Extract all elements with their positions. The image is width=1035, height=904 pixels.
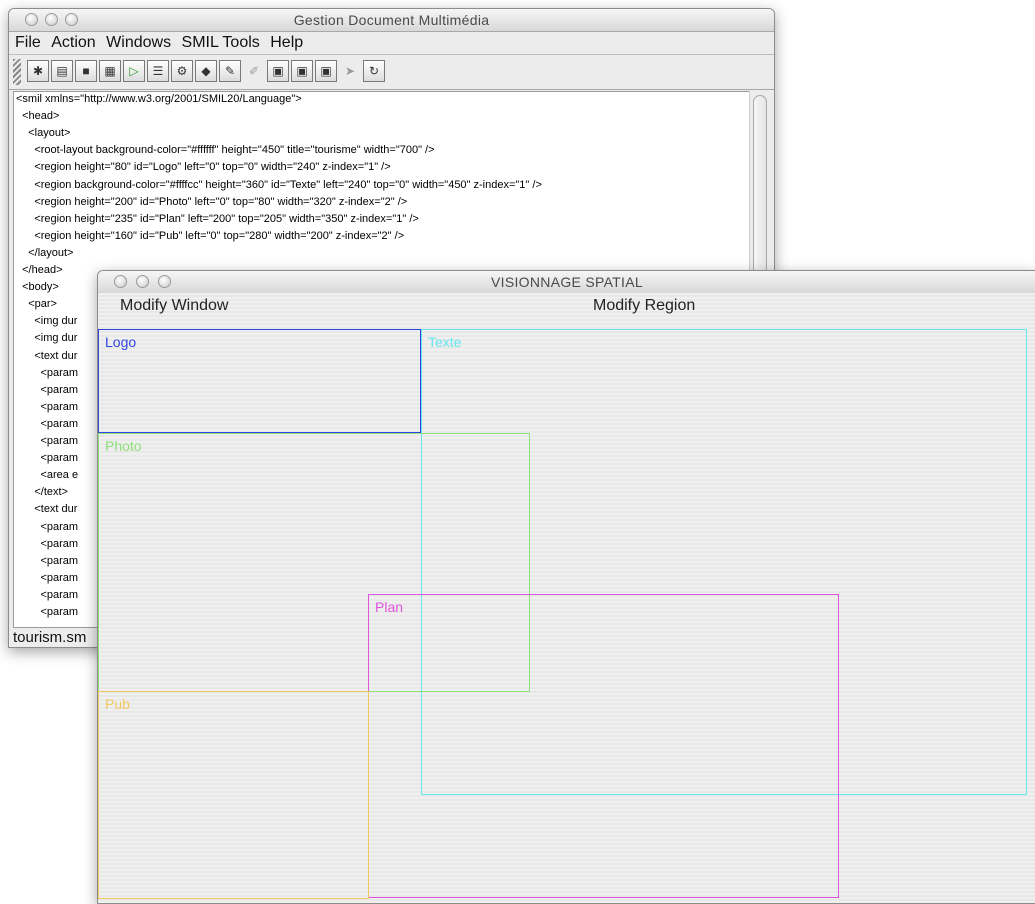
code-line: <param <box>16 588 79 601</box>
menu-action[interactable]: Action <box>51 34 95 52</box>
code-line: <region height="200" id="Photo" left="0"… <box>16 195 408 208</box>
modify-region-menu[interactable]: Modify Region <box>593 297 695 315</box>
viewer-menubar: Modify Window Modify Region <box>98 293 1035 315</box>
region-label-pub: Pub <box>105 696 130 712</box>
region-plan[interactable]: Plan <box>368 594 839 898</box>
code-line: <par> <box>16 298 57 311</box>
code-line: <text dur <box>16 349 78 362</box>
region-label-texte: Texte <box>428 334 462 350</box>
code-line: <param <box>16 417 79 430</box>
play-icon[interactable]: ▷ <box>123 60 145 82</box>
layout-icon[interactable]: ▣ <box>267 60 289 82</box>
code-line: <param <box>16 571 79 584</box>
editor-menubar: File Action Windows SMIL Tools Help <box>9 32 774 55</box>
edit-icon[interactable]: ✎ <box>219 60 241 82</box>
code-line: <region height="160" id="Pub" left="0" t… <box>16 229 405 242</box>
region-pub[interactable]: Pub <box>98 691 369 899</box>
save-icon[interactable]: ■ <box>75 60 97 82</box>
code-line: <head> <box>16 110 60 123</box>
code-line: <param <box>16 554 79 567</box>
open-icon[interactable]: ▤ <box>51 60 73 82</box>
code-line: <region height="80" id="Logo" left="0" t… <box>16 161 391 174</box>
save-all-icon[interactable]: ▦ <box>99 60 121 82</box>
code-line: <root-layout background-color="#ffffff" … <box>16 144 435 157</box>
viewer-title: VISIONNAGE SPATIAL <box>491 274 643 290</box>
code-line: <param <box>16 383 79 396</box>
viewer-window: VISIONNAGE SPATIAL Modify Window Modify … <box>97 270 1035 904</box>
code-line: <param <box>16 366 79 379</box>
code-line: <param <box>16 435 79 447</box>
code-line: <region background-color="#ffffcc" heigh… <box>16 178 542 191</box>
code-line: <body> <box>16 281 59 294</box>
refresh-icon[interactable]: ↻ <box>363 60 385 82</box>
new-icon[interactable]: ✱ <box>27 60 49 82</box>
code-line: <param <box>16 537 79 550</box>
code-line: </text> <box>16 486 68 499</box>
editor-titlebar[interactable]: Gestion Document Multimédia <box>9 9 774 32</box>
region-icon[interactable]: ◆ <box>195 60 217 82</box>
pointer-icon[interactable]: ➤ <box>339 60 361 82</box>
code-line: <param <box>16 452 79 465</box>
brush-icon[interactable]: ✐ <box>243 60 265 82</box>
settings-icon[interactable]: ⚙ <box>171 60 193 82</box>
menu-smil-tools[interactable]: SMIL Tools <box>182 34 260 52</box>
code-line: <param <box>16 520 79 533</box>
modify-window-menu[interactable]: Modify Window <box>120 297 228 315</box>
code-line: <param <box>16 606 79 618</box>
menu-windows[interactable]: Windows <box>106 34 171 52</box>
file-name-status: tourism.sm <box>13 629 87 646</box>
region-logo[interactable]: Logo <box>98 329 421 433</box>
code-line: <img dur <box>16 332 78 345</box>
code-line: </head> <box>16 264 63 276</box>
menu-file[interactable]: File <box>15 34 41 52</box>
tree-icon[interactable]: ☰ <box>147 60 169 82</box>
editor-title: Gestion Document Multimédia <box>293 12 490 28</box>
code-line: <param <box>16 400 79 413</box>
code-line: <smil xmlns="http://www.w3.org/2001/SMIL… <box>16 93 302 105</box>
editor-toolbar: ✱ ▤ ■ ▦ ▷ ☰ ⚙ ◆ ✎ ✐ ▣ ▣ ▣ ➤ ↻ <box>9 55 774 90</box>
code-line: <area e <box>16 469 79 482</box>
code-line: <layout> <box>16 127 71 140</box>
menu-help[interactable]: Help <box>270 34 303 52</box>
code-line: <text dur <box>16 503 78 516</box>
code-line: <region height="235" id="Plan" left="200… <box>16 212 419 225</box>
code-line: <img dur <box>16 315 78 328</box>
code-line: </layout> <box>16 246 74 259</box>
region-label-photo: Photo <box>105 438 142 454</box>
viewer-titlebar[interactable]: VISIONNAGE SPATIAL <box>98 271 1035 294</box>
layout2-icon[interactable]: ▣ <box>291 60 313 82</box>
viewer-canvas: Modify Window Modify Region Logo Texte P… <box>98 293 1035 903</box>
layout3-icon[interactable]: ▣ <box>315 60 337 82</box>
region-label-logo: Logo <box>105 334 137 350</box>
toolbar-grip[interactable] <box>13 59 21 85</box>
region-label-plan: Plan <box>375 599 404 615</box>
